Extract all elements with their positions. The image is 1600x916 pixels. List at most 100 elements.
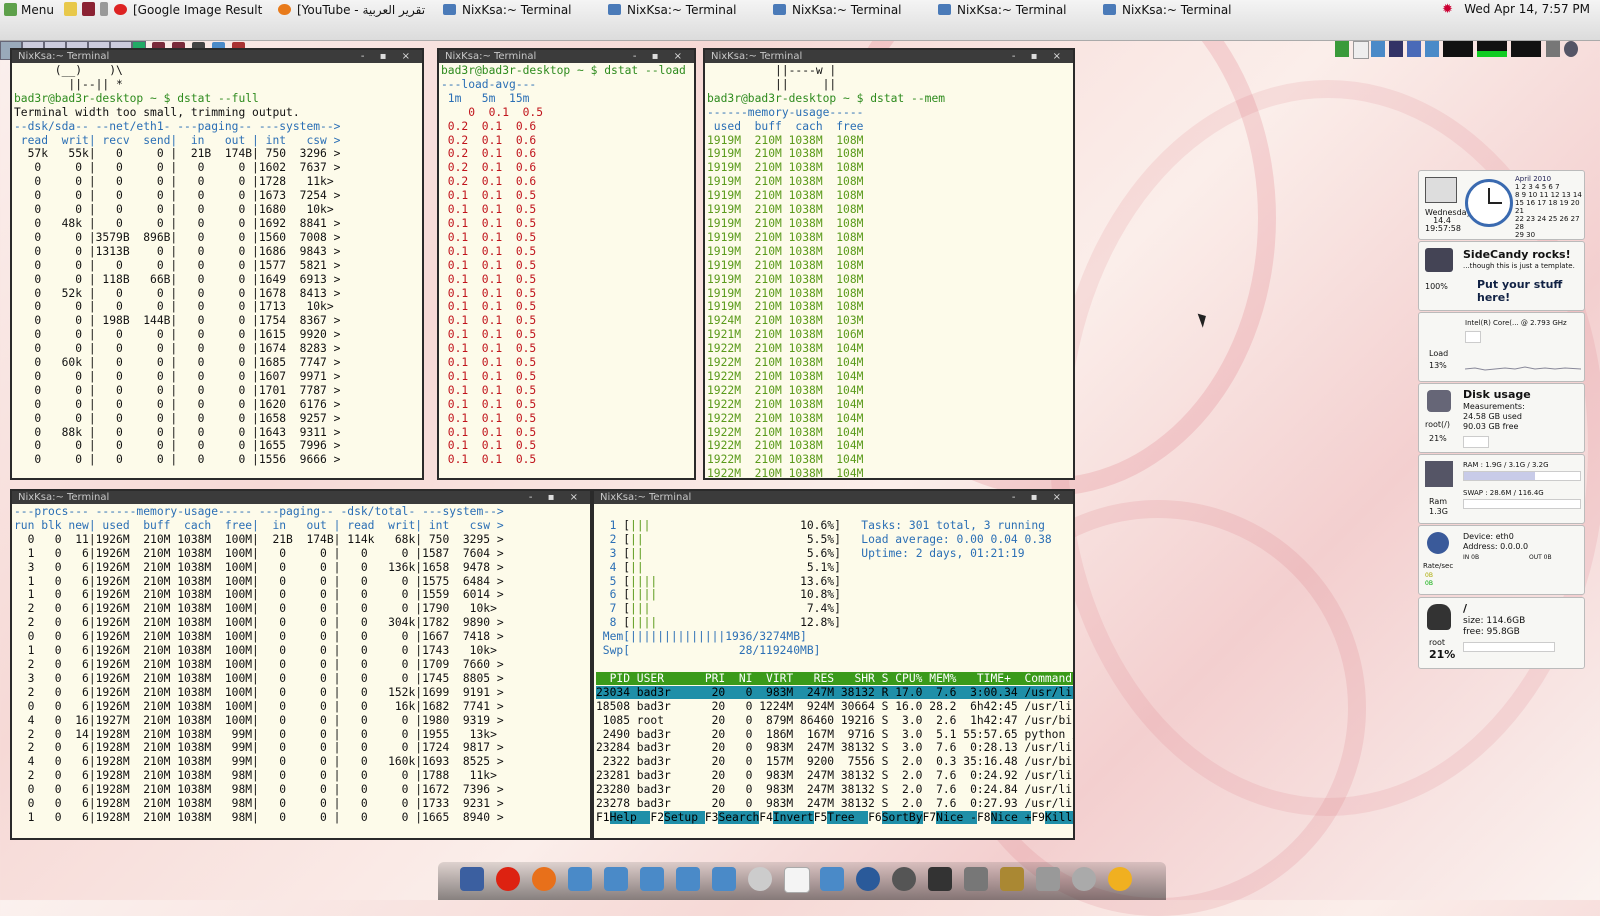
tray-icon[interactable] (1335, 41, 1349, 57)
terminal-icon[interactable] (676, 867, 700, 891)
weather-icon[interactable] (1108, 867, 1132, 891)
task-terminal-2[interactable]: NixKsa:~ Terminal (608, 1, 758, 18)
process-row[interactable]: 2322 bad3r 20 0 157M 9200 7556 S 2.0 0.3… (596, 755, 1073, 768)
function-key[interactable]: F3 (705, 811, 719, 824)
function-label[interactable]: Nice - (936, 810, 977, 824)
tray-icon[interactable] (1425, 41, 1439, 57)
phone-icon[interactable] (964, 867, 988, 891)
clock-icon[interactable] (892, 867, 916, 891)
net-device: Device: eth0 (1463, 532, 1514, 541)
net-graph-icon[interactable] (1511, 41, 1541, 57)
task-google-image[interactable]: [Google Image Result ... (114, 1, 264, 18)
widget-disk[interactable]: root(/) 21% Disk usage Measurements: 24.… (1418, 383, 1585, 453)
window-controls[interactable]: - ▪ × (529, 491, 584, 504)
widget-ram[interactable]: Ram 1.3G RAM : 1.9G / 3.1G / 3.2G SWAP :… (1418, 454, 1585, 524)
window-controls[interactable]: - ▪ × (633, 50, 688, 63)
opera-icon[interactable] (496, 867, 520, 891)
tray-icon[interactable] (1389, 41, 1403, 57)
menu-button[interactable]: Menu (4, 1, 54, 18)
task-terminal-3[interactable]: NixKsa:~ Terminal (773, 1, 923, 18)
function-key[interactable]: F5 (814, 811, 828, 824)
function-label[interactable]: Kill (1044, 810, 1073, 824)
app-icon[interactable] (82, 2, 95, 16)
function-label[interactable]: Search (718, 810, 760, 824)
video-icon[interactable] (1000, 867, 1024, 891)
function-label[interactable]: Setup (664, 810, 705, 824)
file-icon[interactable] (928, 867, 952, 891)
widget-cpu[interactable]: Intel(R) Core(... @ 2.793 GHz Load 13% (1418, 312, 1585, 382)
function-key[interactable]: F8 (977, 811, 991, 824)
process-row[interactable]: 23281 bad3r 20 0 983M 247M 38132 S 2.0 7… (596, 769, 1073, 782)
terminal-icon[interactable] (712, 867, 736, 891)
terminal-titlebar[interactable]: NixKsa:~ Terminal - ▪ × (594, 491, 1073, 504)
window-controls[interactable]: - ▪ × (1012, 50, 1067, 63)
terminal-titlebar[interactable]: NixKsa:~ Terminal - ▪ × (12, 491, 590, 504)
power-icon[interactable] (1564, 41, 1578, 57)
process-row[interactable]: 1085 root 20 0 879M 86460 19216 S 3.0 2.… (596, 714, 1073, 727)
tray-icon[interactable] (1353, 41, 1369, 59)
task-terminal-5[interactable]: NixKsa:~ Terminal (1103, 1, 1253, 18)
weather-icon[interactable]: ✹ (1442, 2, 1453, 17)
widget-root-fs[interactable]: root 21% / size: 114.6GB free: 95.8GB (1418, 597, 1585, 669)
settings-icon[interactable] (856, 867, 880, 891)
widget-calendar[interactable]: Wednesday 14.4 19:57:58 April 2010 1 2 3… (1418, 170, 1585, 240)
process-row[interactable]: 23034 bad3r 20 0 983M 247M 38132 R 17.0 … (596, 685, 1073, 699)
mem-row: 1922M 210M 1038M 104M (707, 467, 864, 480)
function-key[interactable]: F6 (868, 811, 882, 824)
task-youtube[interactable]: [YouTube - تقرير العربية ... (278, 1, 428, 18)
battery-icon[interactable] (1546, 41, 1560, 57)
gimp-icon[interactable] (748, 867, 772, 891)
function-label[interactable]: SortBy (881, 810, 923, 824)
terminal-dstat-mem[interactable]: NixKsa:~ Terminal - ▪ × ||----w | || || b… (703, 48, 1075, 480)
mem-graph-icon[interactable] (1477, 41, 1507, 57)
terminal-titlebar[interactable]: NixKsa:~ Terminal - ▪ × (12, 50, 422, 63)
task-terminal-1[interactable]: NixKsa:~ Terminal (443, 1, 593, 18)
mem-row: 1919M 210M 1038M 108M (707, 258, 864, 272)
task-terminal-4[interactable]: NixKsa:~ Terminal (938, 1, 1088, 18)
function-label[interactable]: Nice + (990, 810, 1032, 824)
function-key[interactable]: F9 (1031, 811, 1045, 824)
widget-network[interactable]: Rate/sec 0B 0B Device: eth0 Address: 0.0… (1418, 525, 1585, 595)
process-row[interactable]: 2490 bad3r 20 0 186M 167M 9716 S 3.0 5.1… (596, 728, 1073, 741)
process-row[interactable]: 23278 bad3r 20 0 983M 247M 38132 S 2.0 7… (596, 797, 1073, 810)
load-row: 0.1 0.1 0.5 (441, 356, 537, 370)
tray-icon[interactable] (1407, 41, 1421, 57)
terminal-dstat-combined[interactable]: NixKsa:~ Terminal - ▪ × ---procs--- -----… (10, 489, 592, 840)
function-label[interactable]: Help (609, 810, 651, 824)
save-icon[interactable] (460, 867, 484, 891)
function-key[interactable]: F1 (596, 811, 610, 824)
notes-icon[interactable] (64, 2, 77, 16)
process-row[interactable]: 23280 bad3r 20 0 983M 247M 38132 S 2.0 7… (596, 783, 1073, 796)
calendar-icon (1425, 177, 1457, 203)
firefox-icon[interactable] (532, 867, 556, 891)
terminal-titlebar[interactable]: NixKsa:~ Terminal - ▪ × (705, 50, 1073, 63)
blank-icon[interactable] (784, 867, 810, 893)
terminal-htop[interactable]: NixKsa:~ Terminal - ▪ × 1 [||| 10.6%] Tas… (592, 489, 1075, 840)
widget-sidecandy[interactable]: 100% SideCandy rocks! ...though this is … (1418, 241, 1585, 311)
clock[interactable]: Wed Apr 14, 7:57 PM (1464, 2, 1590, 16)
volume-icon[interactable] (1072, 867, 1096, 891)
terminal-icon[interactable] (640, 867, 664, 891)
terminal-dstat-full[interactable]: NixKsa:~ Terminal - ▪ × (__) )\ ||--|| * … (10, 48, 424, 480)
process-table-header[interactable]: PID USER PRI NI VIRT RES SHR S CPU% MEM%… (596, 671, 1073, 685)
function-key[interactable]: F7 (923, 811, 937, 824)
sidecandy-subtitle: ...though this is just a template. (1463, 262, 1575, 270)
window-controls[interactable]: - ▪ × (361, 50, 416, 63)
terminal-icon[interactable] (604, 867, 628, 891)
display-icon[interactable] (820, 867, 844, 891)
process-row[interactable]: 18508 bad3r 20 0 1224M 924M 30664 S 16.0… (596, 700, 1073, 713)
function-label[interactable]: Tree (827, 810, 869, 824)
terminal-icon[interactable] (568, 867, 592, 891)
trash-icon[interactable] (1036, 867, 1060, 891)
terminal-output: bad3r@bad3r-desktop ~ $ dstat --load ---… (439, 63, 694, 468)
cpu-graph-icon[interactable] (1443, 41, 1473, 57)
tray-icon[interactable] (1371, 41, 1385, 57)
terminal-dstat-load[interactable]: NixKsa:~ Terminal - ▪ × bad3r@bad3r-deskt… (437, 48, 696, 480)
function-label[interactable]: Invert (772, 810, 814, 824)
dstat-header: ------memory-usage----- (707, 105, 864, 119)
process-row[interactable]: 23284 bad3r 20 0 983M 247M 38132 S 3.0 7… (596, 741, 1073, 754)
function-key[interactable]: F2 (650, 811, 664, 824)
terminal-titlebar[interactable]: NixKsa:~ Terminal - ▪ × (439, 50, 694, 63)
window-controls[interactable]: - ▪ × (1012, 491, 1067, 504)
function-key[interactable]: F4 (759, 811, 773, 824)
